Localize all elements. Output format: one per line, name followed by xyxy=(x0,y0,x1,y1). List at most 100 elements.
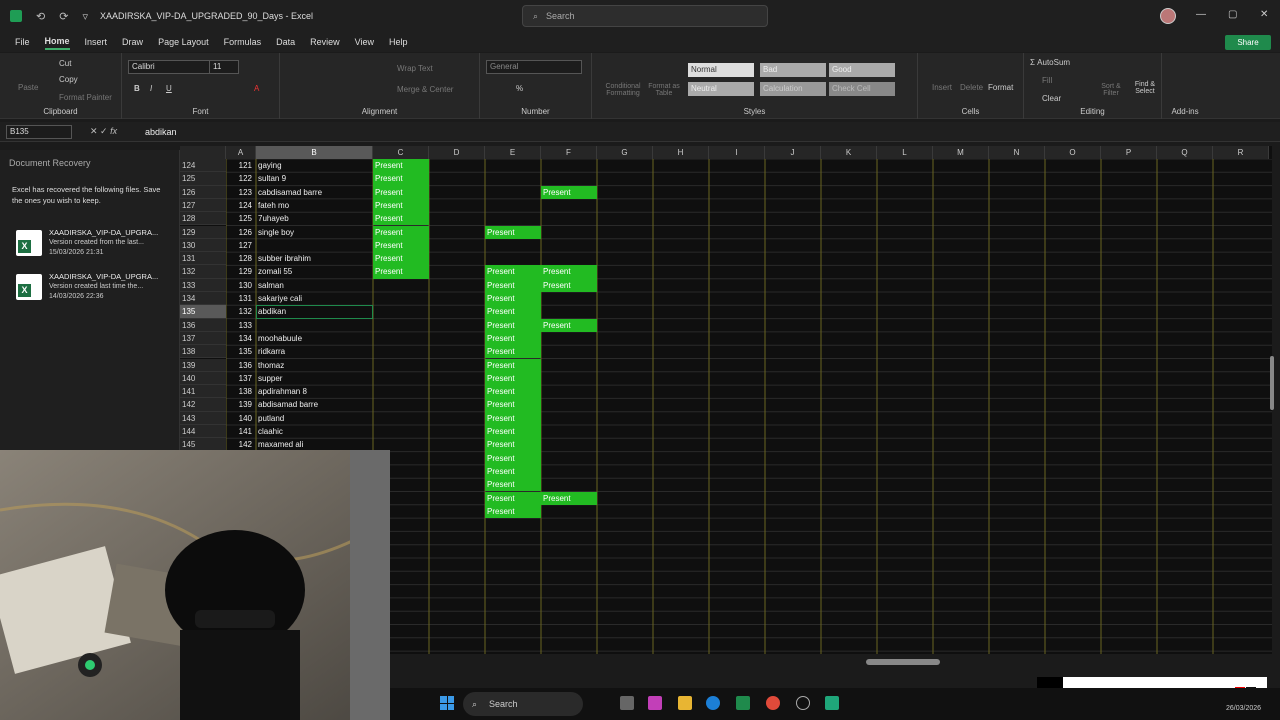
chrome-icon[interactable] xyxy=(766,696,780,710)
row-header[interactable]: 128 xyxy=(180,212,226,226)
cell-A[interactable]: 135 xyxy=(226,345,256,358)
row-header[interactable]: 132 xyxy=(180,265,226,279)
cell-C[interactable]: Present xyxy=(373,185,429,199)
row-header[interactable]: 124 xyxy=(180,159,226,173)
cell-B[interactable]: salman xyxy=(256,279,373,292)
cell-E[interactable]: Present xyxy=(485,411,541,425)
cell-E[interactable]: Present xyxy=(485,225,541,239)
cell-A[interactable]: 137 xyxy=(226,372,256,385)
row-header[interactable]: 129 xyxy=(180,225,226,239)
cell-C[interactable]: Present xyxy=(373,172,429,186)
copilot-icon[interactable] xyxy=(648,696,662,710)
cell-A[interactable]: 141 xyxy=(226,425,256,438)
row-header[interactable]: 135 xyxy=(180,305,226,319)
cell-B[interactable]: thomaz xyxy=(256,359,373,372)
vertical-scrollbar-thumb[interactable] xyxy=(1270,356,1274,410)
cell-B[interactable]: fateh mo xyxy=(256,199,373,212)
column-header-I[interactable]: I xyxy=(709,146,765,159)
column-header-Q[interactable]: Q xyxy=(1157,146,1213,159)
paste-button[interactable]: Paste xyxy=(18,83,38,92)
autosum-button[interactable]: Σ AutoSum xyxy=(1030,58,1070,67)
clear-button[interactable]: Clear xyxy=(1042,94,1061,103)
cell-B[interactable]: zomali 55 xyxy=(256,265,373,278)
cell-E[interactable]: Present xyxy=(485,464,541,479)
cell-C[interactable]: Present xyxy=(373,225,429,239)
menu-review[interactable]: Review xyxy=(310,35,340,49)
style-bad[interactable]: Bad xyxy=(760,63,826,77)
cell-F[interactable]: Present xyxy=(541,265,597,279)
cell-A[interactable]: 125 xyxy=(226,212,256,225)
menu-draw[interactable]: Draw xyxy=(122,35,143,49)
menu-data[interactable]: Data xyxy=(276,35,295,49)
row-header[interactable]: 137 xyxy=(180,331,226,346)
cell-A[interactable]: 131 xyxy=(226,292,256,305)
row-header[interactable]: 142 xyxy=(180,398,226,412)
column-header-G[interactable]: G xyxy=(597,146,653,159)
column-header-C[interactable]: C xyxy=(373,146,429,159)
fx-icon[interactable]: ✕ ✓ fx xyxy=(90,126,117,137)
customize-icon[interactable]: ▿ xyxy=(82,10,88,23)
cell-E[interactable]: Present xyxy=(485,265,541,279)
format-cells-button[interactable]: Format xyxy=(988,83,1013,92)
cell-E[interactable]: Present xyxy=(485,331,541,346)
column-header-P[interactable]: P xyxy=(1101,146,1157,159)
style-good[interactable]: Good xyxy=(829,63,895,77)
find-select-button[interactable]: Find & Select xyxy=(1128,81,1162,95)
cell-B[interactable]: abdisamad barre xyxy=(256,398,373,411)
font-name-field[interactable]: Calibri xyxy=(128,60,213,74)
cell-A[interactable]: 129 xyxy=(226,265,256,278)
cell-C[interactable]: Present xyxy=(373,212,429,226)
cell-B[interactable]: claahic xyxy=(256,425,373,438)
cell-B[interactable]: sultan 9 xyxy=(256,172,373,185)
cell-B[interactable]: apdirahman 8 xyxy=(256,385,373,398)
number-format-field[interactable]: General xyxy=(486,60,582,74)
row-header[interactable]: 133 xyxy=(180,278,226,292)
merge-center-button[interactable]: Merge & Center xyxy=(397,85,453,94)
formula-input[interactable]: abdikan xyxy=(145,127,177,137)
row-header[interactable]: 139 xyxy=(180,358,226,372)
cell-C[interactable]: Present xyxy=(373,252,429,266)
style-calculation[interactable]: Calculation xyxy=(760,82,826,96)
cell-E[interactable]: Present xyxy=(485,504,541,519)
cell-B[interactable]: moohabuule xyxy=(256,332,373,345)
sort-filter-button[interactable]: Sort & Filter xyxy=(1096,83,1126,97)
style-check-cell[interactable]: Check Cell xyxy=(829,82,895,96)
cell-A[interactable]: 140 xyxy=(226,412,256,425)
redo-icon[interactable]: ⟳ xyxy=(59,10,68,23)
conditional-formatting-button[interactable]: Conditional Formatting xyxy=(598,83,648,97)
cell-F[interactable]: Present xyxy=(541,185,597,199)
file-explorer-icon[interactable] xyxy=(678,696,692,710)
cell-B[interactable]: cabdisamad barre xyxy=(256,186,373,199)
close-icon[interactable]: ✕ xyxy=(1260,9,1268,20)
menu-formulas[interactable]: Formulas xyxy=(224,35,262,49)
column-header-M[interactable]: M xyxy=(933,146,989,159)
cell-F[interactable]: Present xyxy=(541,491,597,505)
cell-A[interactable]: 127 xyxy=(226,239,256,252)
column-header-R[interactable]: R xyxy=(1213,146,1269,159)
insert-cells-button[interactable]: Insert xyxy=(932,83,952,92)
format-painter-button[interactable]: Format Painter xyxy=(59,93,112,102)
avatar[interactable] xyxy=(1160,8,1176,24)
cell-A[interactable]: 130 xyxy=(226,279,256,292)
menu-view[interactable]: View xyxy=(355,35,374,49)
cell-B[interactable]: 7uhayeb xyxy=(256,212,373,225)
column-header-O[interactable]: O xyxy=(1045,146,1101,159)
cell-C[interactable]: Present xyxy=(373,198,429,213)
row-header[interactable]: 130 xyxy=(180,238,226,253)
cell-A[interactable]: 126 xyxy=(226,226,256,239)
cell-F[interactable]: Present xyxy=(541,278,597,292)
column-header-N[interactable]: N xyxy=(989,146,1045,159)
excel-taskbar-icon[interactable] xyxy=(736,696,750,710)
cell-E[interactable]: Present xyxy=(485,398,541,412)
app-icon[interactable] xyxy=(825,696,839,710)
cell-A[interactable]: 128 xyxy=(226,252,256,265)
row-header[interactable]: 126 xyxy=(180,185,226,199)
share-button[interactable]: Share xyxy=(1225,35,1271,50)
name-box[interactable]: B135 xyxy=(6,125,72,139)
cell-A[interactable]: 133 xyxy=(226,319,256,332)
row-header[interactable]: 125 xyxy=(180,172,226,186)
cell-C[interactable]: Present xyxy=(373,265,429,279)
cell-E[interactable]: Present xyxy=(485,425,541,439)
column-header-D[interactable]: D xyxy=(429,146,485,159)
cell-B[interactable]: sakariye cali xyxy=(256,292,373,305)
